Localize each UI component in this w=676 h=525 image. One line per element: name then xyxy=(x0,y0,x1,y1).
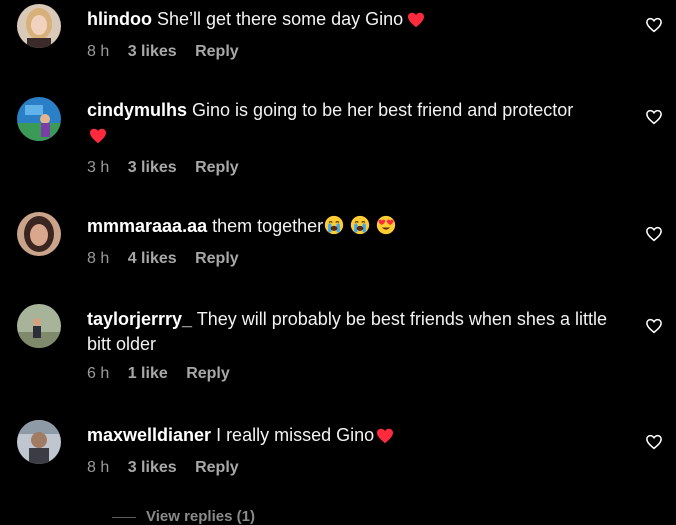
avatar[interactable] xyxy=(17,420,61,464)
username[interactable]: cindymulhs xyxy=(87,100,187,120)
reply-button[interactable]: Reply xyxy=(195,43,239,60)
comment-text: mmmaraaa.aa them together xyxy=(87,214,615,242)
reply-button[interactable]: Reply xyxy=(195,459,239,476)
view-replies-button[interactable]: View replies (1) xyxy=(146,508,255,525)
heart-outline-icon[interactable] xyxy=(645,108,663,126)
comment-meta: 8 h 4 likes Reply xyxy=(87,248,615,270)
heart-outline-icon[interactable] xyxy=(645,16,663,34)
comment-body: She’ll get there some day Gino xyxy=(151,9,404,29)
crying-face-icon xyxy=(324,215,344,242)
heart-outline-icon[interactable] xyxy=(645,317,663,335)
comment-body: I really missed Gino xyxy=(211,425,375,445)
heart-outline-icon[interactable] xyxy=(645,225,663,243)
likes-count[interactable]: 4 likes xyxy=(128,250,177,267)
comment-body: Gino is going to be her best friend and … xyxy=(187,100,574,120)
username[interactable]: taylorjerrry_ xyxy=(87,309,192,329)
comment-text: cindymulhs Gino is going to be her best … xyxy=(87,98,615,151)
red-heart-icon xyxy=(407,10,425,35)
comment-text: hlindoo She’ll get there some day Gino xyxy=(87,7,615,35)
timestamp: 8 h xyxy=(87,43,110,60)
likes-count[interactable]: 1 like xyxy=(128,365,168,382)
likes-count[interactable]: 3 likes xyxy=(128,43,177,60)
likes-count[interactable]: 3 likes xyxy=(128,159,177,176)
avatar[interactable] xyxy=(17,97,61,141)
username[interactable]: mmmaraaa.aa xyxy=(87,216,207,236)
avatar[interactable] xyxy=(17,304,61,348)
timestamp: 6 h xyxy=(87,365,110,382)
comment-body: them together xyxy=(207,216,324,236)
view-replies-divider xyxy=(112,517,136,518)
comment-meta: 8 h 3 likes Reply xyxy=(87,41,615,63)
likes-count[interactable]: 3 likes xyxy=(128,459,177,476)
reply-button[interactable]: Reply xyxy=(195,250,239,267)
reply-button[interactable]: Reply xyxy=(186,365,230,382)
timestamp: 3 h xyxy=(87,159,110,176)
avatar[interactable] xyxy=(17,212,61,256)
comment-text: taylorjerrry_ They will probably be best… xyxy=(87,307,615,357)
avatar[interactable] xyxy=(17,4,61,48)
heart-outline-icon[interactable] xyxy=(645,433,663,451)
reply-button[interactable]: Reply xyxy=(195,159,239,176)
comment-meta: 8 h 3 likes Reply xyxy=(87,457,615,479)
comment-meta: 6 h 1 like Reply xyxy=(87,363,615,385)
heart-eyes-face-icon xyxy=(376,215,396,242)
username[interactable]: hlindoo xyxy=(87,9,152,29)
comment-meta: 3 h 3 likes Reply xyxy=(87,157,615,179)
comment-text: maxwelldianer I really missed Gino xyxy=(87,423,615,451)
red-heart-icon xyxy=(89,126,107,151)
username[interactable]: maxwelldianer xyxy=(87,425,211,445)
timestamp: 8 h xyxy=(87,459,110,476)
red-heart-icon xyxy=(376,426,394,451)
crying-face-icon xyxy=(350,215,370,242)
timestamp: 8 h xyxy=(87,250,110,267)
